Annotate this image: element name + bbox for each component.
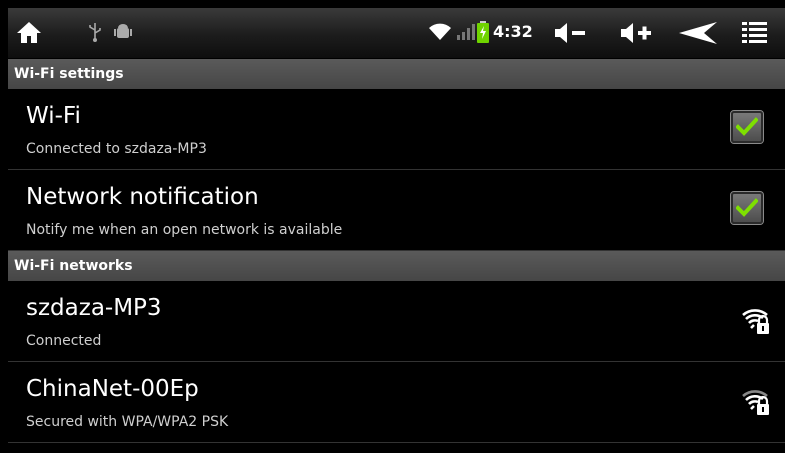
network-ssid: szdaza-MP3 — [26, 295, 162, 321]
network-ssid: ChinaNet-00Ep — [26, 376, 199, 402]
network-notification-row[interactable]: Network notification Notify me when an o… — [8, 170, 785, 251]
network-notification-title: Network notification — [26, 184, 259, 210]
android-debug-icon — [114, 23, 132, 41]
network-status: Secured with WPA/WPA2 PSK — [26, 414, 229, 430]
section-header-wifi-networks: Wi-Fi networks — [8, 251, 785, 281]
volume-up-icon[interactable] — [619, 20, 653, 46]
network-item-szdaza-mp3[interactable]: szdaza-MP3 Connected — [8, 281, 785, 362]
wifi-locked-icon — [741, 305, 771, 339]
status-bar: 4:32 — [8, 8, 785, 59]
battery-charging-icon — [477, 21, 489, 43]
wifi-checkbox[interactable] — [731, 111, 763, 143]
checkmark-icon — [736, 117, 758, 136]
wifi-toggle-row[interactable]: Wi-Fi Connected to szdaza-MP3 — [8, 89, 785, 170]
wifi-locked-icon — [741, 386, 771, 420]
checkmark-icon — [736, 198, 758, 217]
menu-icon[interactable] — [742, 21, 768, 45]
status-time: 4:32 — [493, 22, 533, 41]
usb-icon — [88, 22, 102, 42]
wifi-toggle-status: Connected to szdaza-MP3 — [26, 141, 207, 157]
wifi-signal-icon — [428, 22, 452, 42]
back-icon[interactable] — [678, 21, 718, 45]
volume-down-icon[interactable] — [553, 20, 587, 46]
network-notification-checkbox[interactable] — [731, 192, 763, 224]
network-status: Connected — [26, 333, 102, 349]
home-icon[interactable] — [16, 20, 42, 44]
wifi-toggle-title: Wi-Fi — [26, 103, 81, 129]
screen: 4:32 Wi-Fi settings Wi-Fi Connected to s… — [8, 8, 785, 453]
network-notification-summary: Notify me when an open network is availa… — [26, 222, 343, 238]
section-header-wifi-settings: Wi-Fi settings — [8, 59, 785, 89]
network-item-chinanet-00ep[interactable]: ChinaNet-00Ep Secured with WPA/WPA2 PSK — [8, 362, 785, 443]
cell-signal-icon — [456, 23, 476, 41]
